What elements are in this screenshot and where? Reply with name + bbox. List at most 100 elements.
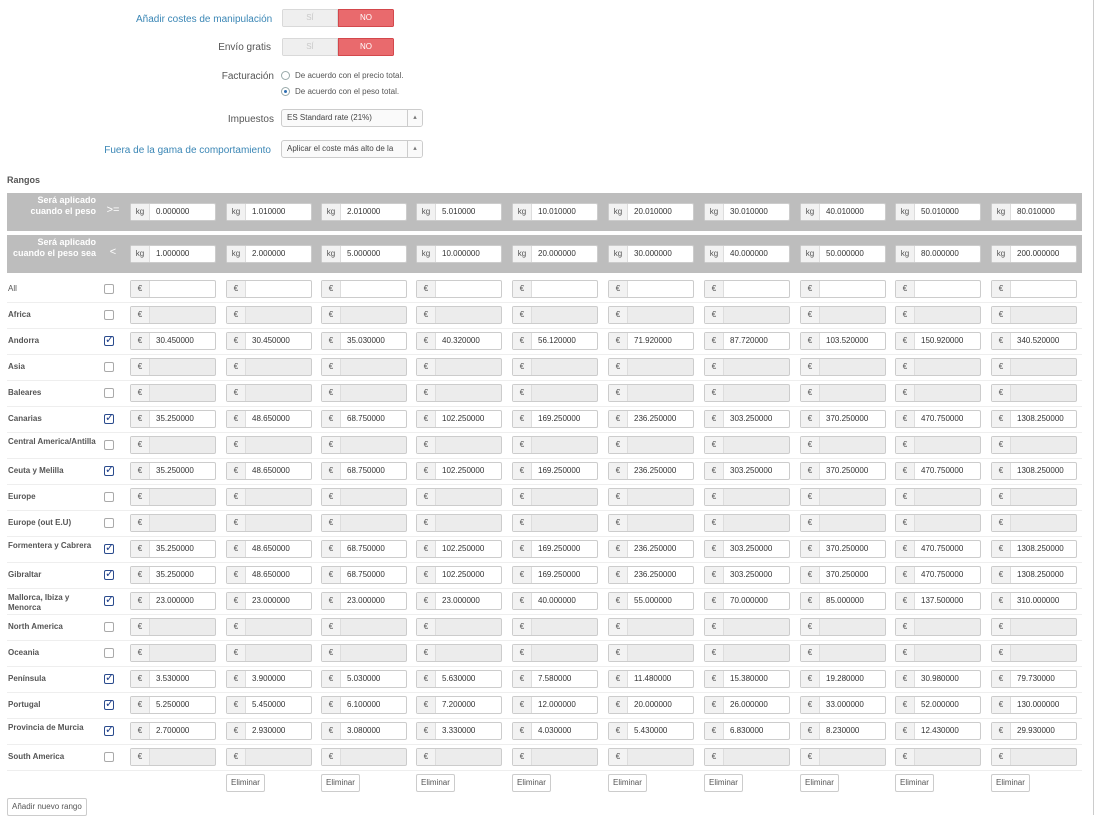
price-input[interactable]: € <box>608 280 694 298</box>
add-range-button[interactable]: Añadir nuevo rango <box>7 798 87 816</box>
zone-checkbox[interactable] <box>104 723 114 736</box>
price-input[interactable]: €370.250000 <box>800 566 886 584</box>
price-input[interactable]: €30.980000 <box>895 670 981 688</box>
price-input[interactable]: € <box>416 514 502 532</box>
price-input[interactable]: €70.000000 <box>704 592 790 610</box>
price-input[interactable]: € <box>226 306 312 324</box>
price-input[interactable]: €33.000000 <box>800 696 886 714</box>
price-input[interactable]: €2.930000 <box>226 722 312 740</box>
zone-checkbox[interactable] <box>104 284 114 294</box>
range-from-input[interactable]: kg 10.010000 <box>512 203 598 221</box>
price-input[interactable]: € <box>895 384 981 402</box>
price-input[interactable]: €236.250000 <box>608 540 694 558</box>
price-input[interactable]: €7.200000 <box>416 696 502 714</box>
price-input[interactable]: € <box>895 358 981 376</box>
price-input[interactable]: € <box>130 618 216 636</box>
price-input[interactable]: € <box>130 748 216 766</box>
price-input[interactable]: € <box>800 514 886 532</box>
radio-weight[interactable] <box>281 87 290 96</box>
price-input[interactable]: €130.000000 <box>991 696 1077 714</box>
zone-checkbox[interactable] <box>104 671 114 684</box>
delete-range-button[interactable]: Eliminar <box>226 774 265 792</box>
price-input[interactable]: €29.930000 <box>991 722 1077 740</box>
price-input[interactable]: € <box>130 358 216 376</box>
price-input[interactable]: € <box>895 514 981 532</box>
price-input[interactable]: € <box>800 644 886 662</box>
price-input[interactable]: €150.920000 <box>895 332 981 350</box>
price-input[interactable]: € <box>321 358 407 376</box>
price-input[interactable]: €102.250000 <box>416 566 502 584</box>
price-input[interactable]: € <box>130 436 216 454</box>
price-input[interactable]: €56.120000 <box>512 332 598 350</box>
zone-checkbox[interactable] <box>104 388 114 398</box>
zone-checkbox[interactable] <box>104 697 114 710</box>
price-input[interactable]: €11.480000 <box>608 670 694 688</box>
price-input[interactable]: €40.000000 <box>512 592 598 610</box>
price-input[interactable]: € <box>416 748 502 766</box>
range-from-input[interactable]: kg 20.010000 <box>608 203 694 221</box>
price-input[interactable]: €6.830000 <box>704 722 790 740</box>
price-input[interactable]: €7.580000 <box>512 670 598 688</box>
price-input[interactable]: € <box>512 488 598 506</box>
price-input[interactable]: € <box>226 436 312 454</box>
price-input[interactable]: € <box>321 748 407 766</box>
zone-checkbox[interactable] <box>104 492 114 502</box>
price-input[interactable]: € <box>321 306 407 324</box>
price-input[interactable]: € <box>991 384 1077 402</box>
price-input[interactable]: €12.000000 <box>512 696 598 714</box>
zone-checkbox[interactable] <box>104 541 114 554</box>
price-input[interactable]: € <box>226 384 312 402</box>
price-input[interactable]: € <box>704 384 790 402</box>
handling-yes-option[interactable]: SÍ <box>282 9 338 27</box>
price-input[interactable]: €303.250000 <box>704 566 790 584</box>
price-input[interactable]: €71.920000 <box>608 332 694 350</box>
price-input[interactable]: €4.030000 <box>512 722 598 740</box>
price-input[interactable]: €5.030000 <box>321 670 407 688</box>
handling-no-option[interactable]: NO <box>338 9 394 27</box>
price-input[interactable]: € <box>895 488 981 506</box>
price-input[interactable]: €303.250000 <box>704 462 790 480</box>
range-from-input[interactable]: kg 2.010000 <box>321 203 407 221</box>
price-input[interactable]: €12.430000 <box>895 722 981 740</box>
range-from-input[interactable]: kg 80.010000 <box>991 203 1077 221</box>
zone-checkbox[interactable] <box>104 362 114 372</box>
price-input[interactable]: € <box>512 618 598 636</box>
price-input[interactable]: €48.650000 <box>226 462 312 480</box>
price-input[interactable]: € <box>130 514 216 532</box>
zone-checkbox[interactable] <box>104 752 114 762</box>
price-input[interactable]: €35.030000 <box>321 332 407 350</box>
price-input[interactable]: €303.250000 <box>704 540 790 558</box>
price-input[interactable]: €5.430000 <box>608 722 694 740</box>
price-input[interactable]: € <box>895 280 981 298</box>
price-input[interactable]: €20.000000 <box>608 696 694 714</box>
price-input[interactable]: €169.250000 <box>512 540 598 558</box>
zone-checkbox[interactable] <box>104 518 114 528</box>
price-input[interactable]: € <box>226 280 312 298</box>
price-input[interactable]: €3.080000 <box>321 722 407 740</box>
price-input[interactable]: € <box>512 436 598 454</box>
price-input[interactable]: €35.250000 <box>130 566 216 584</box>
price-input[interactable]: €26.000000 <box>704 696 790 714</box>
price-input[interactable]: € <box>321 618 407 636</box>
range-to-input[interactable]: kg 20.000000 <box>512 245 598 263</box>
price-input[interactable]: €48.650000 <box>226 410 312 428</box>
price-input[interactable]: € <box>608 358 694 376</box>
price-input[interactable]: €1308.250000 <box>991 410 1077 428</box>
price-input[interactable]: € <box>800 306 886 324</box>
price-input[interactable]: € <box>608 644 694 662</box>
price-input[interactable]: €35.250000 <box>130 462 216 480</box>
price-input[interactable]: € <box>321 280 407 298</box>
price-input[interactable]: € <box>895 748 981 766</box>
price-input[interactable]: €68.750000 <box>321 566 407 584</box>
price-input[interactable]: €30.450000 <box>226 332 312 350</box>
price-input[interactable]: € <box>991 644 1077 662</box>
price-input[interactable]: € <box>226 644 312 662</box>
price-input[interactable]: € <box>608 748 694 766</box>
price-input[interactable]: €15.380000 <box>704 670 790 688</box>
price-input[interactable]: € <box>512 358 598 376</box>
price-input[interactable]: € <box>226 488 312 506</box>
price-input[interactable]: € <box>226 358 312 376</box>
price-input[interactable]: € <box>800 384 886 402</box>
price-input[interactable]: €35.250000 <box>130 410 216 428</box>
price-input[interactable]: € <box>416 358 502 376</box>
